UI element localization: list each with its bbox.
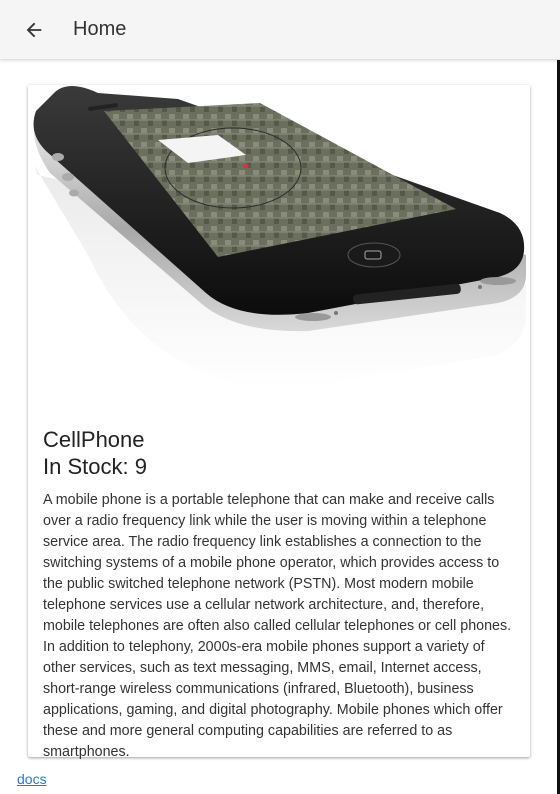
arrow-left-icon — [26, 22, 42, 37]
page-title: Home — [73, 18, 127, 40]
back-button[interactable] — [20, 16, 48, 44]
phone-image — [33, 86, 527, 390]
product-name: CellPhone — [43, 427, 145, 452]
product-card: CellPhone In Stock: 9 A mobile phone is … — [28, 85, 530, 760]
product-description: A mobile phone is a portable telephone t… — [43, 492, 512, 760]
stock-count: In Stock: 9 — [43, 454, 147, 479]
app-bar: Home — [0, 0, 560, 60]
docs-link[interactable]: docs — [17, 771, 47, 787]
